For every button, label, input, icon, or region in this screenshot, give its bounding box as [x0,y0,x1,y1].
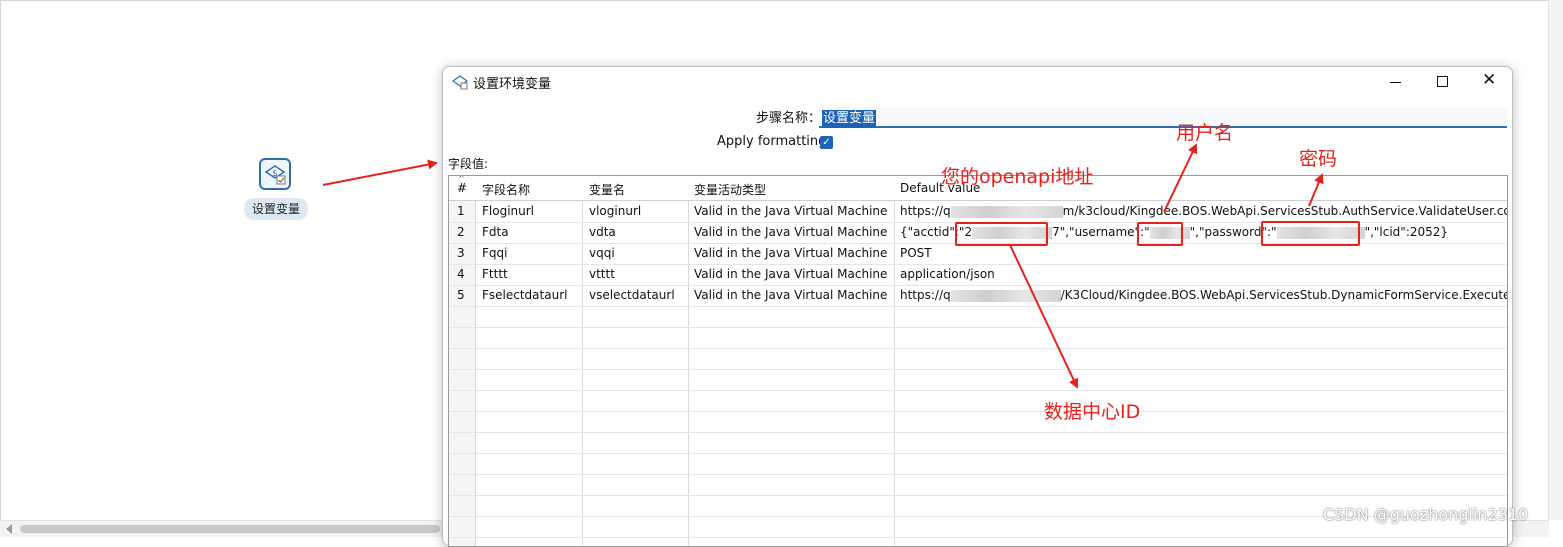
arrow-to-fields [322,159,438,186]
highlight-acctid [955,222,1048,246]
annotation-openapi: 您的openapi地址 [941,166,1094,188]
annotation-datacenter: 数据中心ID [1044,401,1141,423]
annotation-arrows [322,143,1324,389]
annotation-username: 用户名 [1176,122,1234,144]
arrow-to-datacenter [1009,244,1079,389]
arrow-to-password [1308,173,1324,207]
annotation-password: 密码 [1299,148,1338,170]
watermark: CSDN @guozhonglin2310 [1323,505,1529,524]
arrow-to-username [1163,143,1198,213]
highlight-username [1137,222,1183,246]
highlight-password [1261,221,1360,246]
